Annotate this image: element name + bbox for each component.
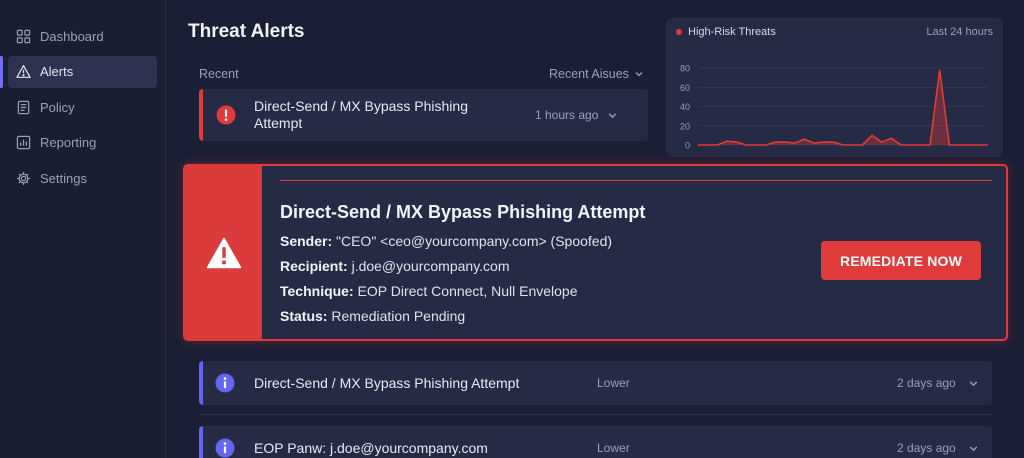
recent-filter-value: Recent Aisues [549,67,629,81]
status-row: Status: Remediation Pending [280,308,465,324]
sidebar-item-alerts[interactable]: Alerts [8,55,157,88]
alert-time: 2 days ago [897,441,956,455]
sidebar-item-policy[interactable]: Policy [8,91,157,123]
y-tick-label: 60 [680,83,690,93]
page-title: Threat Alerts [188,21,305,42]
recipient-label: Recipient: [280,258,348,274]
sidebar-item-label: Alerts [40,64,74,79]
threat-chart: 0 20 40 60 80 [680,64,988,151]
info-icon [215,373,235,393]
sidebar-item-label: Reporting [40,135,97,150]
status-label: Status: [280,308,328,324]
y-tick-label: 0 [685,141,690,151]
chevron-down-icon[interactable] [968,443,979,454]
status-value: Remediation Pending [331,308,466,324]
dashboard-icon [15,28,31,44]
warning-icon [206,237,241,268]
alert-time: 2 days ago [897,376,956,390]
y-tick-label: 80 [680,64,690,74]
sidebar-item-label: Dashboard [40,28,104,44]
main-content: Threat Alerts Recent Recent Aisues Direc… [166,0,1024,458]
sidebar-item-settings[interactable]: Settings [8,162,157,194]
sender-row: Sender: "CEO" <ceo@yourcompany.com> (Spo… [280,233,612,249]
bar-chart-icon [15,135,31,151]
sender-value: "CEO" <ceo@yourcompany.com> (Spoofed) [336,233,613,249]
recipient-row: Recipient: j.doe@yourcompany.com [280,258,510,274]
recent-label: Recent [199,67,239,81]
alert-severity: Lower [597,441,630,455]
info-icon [215,438,235,458]
sidebar: Dashboard Alerts Policy Reporting Settin… [0,0,166,458]
sidebar-item-dashboard[interactable]: Dashboard [8,20,157,52]
error-icon [216,105,236,125]
threat-chart-panel: High-Risk Threats Last 24 hours 0 20 40 60 8… [666,18,1003,157]
alert-side-band [185,166,262,339]
technique-value: EOP Direct Connect, Null Envelope [357,283,578,299]
technique-label: Technique: [280,283,354,299]
alert-title: Direct-Send / MX Bypass Phishing Attempt [254,98,468,131]
technique-row: Technique: EOP Direct Connect, Null Enve… [280,283,578,299]
recent-filter-dropdown[interactable]: Recent Aisues [549,67,644,81]
chevron-down-icon [635,72,643,77]
y-tick-label: 40 [680,102,690,112]
gear-icon [15,170,31,186]
alert-title: EOP Panw: j.doe@yourcompany.com [254,439,488,456]
divider [199,414,992,415]
recipient-value: j.doe@yourcompany.com [351,258,510,274]
featured-alert-panel: Direct-Send / MX Bypass Phishing Attempt… [183,164,1008,341]
alert-triangle-icon [15,64,31,80]
chevron-down-icon[interactable] [607,110,618,121]
chevron-down-icon[interactable] [968,378,979,389]
sidebar-item-reporting[interactable]: Reporting [8,127,157,159]
alert-time: 1 hours ago [535,108,599,122]
alert-divider [280,180,992,181]
remediate-now-button[interactable]: REMEDIATE NOW [821,241,981,280]
y-tick-label: 20 [680,121,690,131]
sidebar-item-label: Policy [40,99,75,115]
document-icon [15,99,31,115]
alert-title: Direct-Send / MX Bypass Phishing Attempt [254,374,520,391]
sidebar-item-label: Settings [40,170,87,186]
alert-card[interactable]: EOP Panw: j.doe@yourcompany.com Lower 2 … [199,426,992,458]
alert-card[interactable]: Direct-Send / MX Bypass Phishing Attempt… [199,361,992,405]
alert-severity: Lower [597,376,630,390]
recent-alert-card[interactable]: Direct-Send / MX Bypass Phishing Attempt… [199,89,648,141]
featured-alert-title: Direct-Send / MX Bypass Phishing Attempt [280,202,646,222]
sender-label: Sender: [280,233,333,249]
